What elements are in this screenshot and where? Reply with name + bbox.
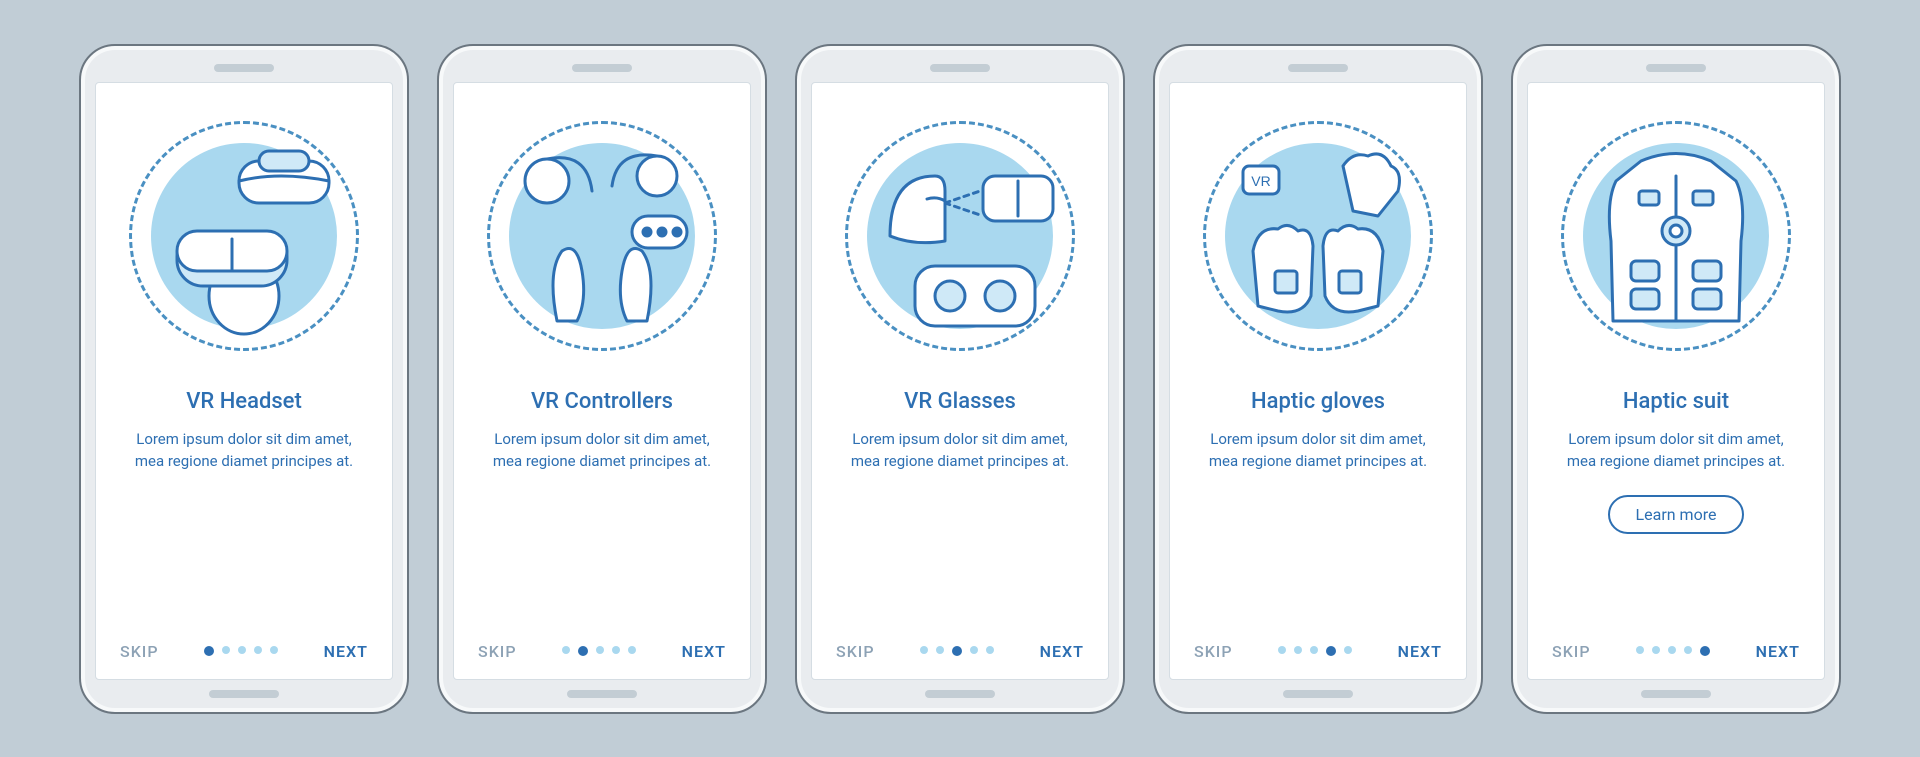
pagination-dots xyxy=(562,646,636,656)
screen-title: Haptic suit xyxy=(1623,389,1729,414)
phone-home-bar xyxy=(1641,690,1711,698)
dot[interactable] xyxy=(936,646,944,654)
onboarding-nav: SKIP NEXT xyxy=(1552,642,1800,661)
screen-title: VR Headset xyxy=(186,389,302,414)
dot[interactable] xyxy=(1652,646,1660,654)
dot[interactable] xyxy=(1294,646,1302,654)
onboarding-screen-4: VR Haptic gloves Lorem ipsum dolor sit d… xyxy=(1169,82,1467,680)
phone-frame: VR Controllers Lorem ipsum dolor sit dim… xyxy=(437,44,767,714)
vr-controllers-icon xyxy=(487,121,717,351)
skip-button[interactable]: SKIP xyxy=(120,642,159,661)
onboarding-screen-5: Haptic suit Lorem ipsum dolor sit dim am… xyxy=(1527,82,1825,680)
phone-home-bar xyxy=(209,690,279,698)
dot[interactable] xyxy=(204,646,214,656)
dot[interactable] xyxy=(952,646,962,656)
onboarding-nav: SKIP NEXT xyxy=(478,642,726,661)
svg-text:VR: VR xyxy=(1251,173,1270,189)
dot[interactable] xyxy=(628,646,636,654)
skip-button[interactable]: SKIP xyxy=(836,642,875,661)
dot[interactable] xyxy=(1668,646,1676,654)
screen-title: VR Controllers xyxy=(531,389,673,414)
pagination-dots xyxy=(204,646,278,656)
onboarding-nav: SKIP NEXT xyxy=(120,642,368,661)
dot[interactable] xyxy=(612,646,620,654)
phone-frame: VR Glasses Lorem ipsum dolor sit dim ame… xyxy=(795,44,1125,714)
phone-frame: VR Headset Lorem ipsum dolor sit dim ame… xyxy=(79,44,409,714)
haptic-gloves-icon: VR xyxy=(1203,121,1433,351)
learn-more-button[interactable]: Learn more xyxy=(1608,495,1745,534)
haptic-suit-icon xyxy=(1561,121,1791,351)
illustration-wrap xyxy=(487,121,717,351)
illustration-wrap xyxy=(845,121,1075,351)
dot[interactable] xyxy=(596,646,604,654)
screen-description: Lorem ipsum dolor sit dim amet, mea regi… xyxy=(836,428,1084,473)
screen-description: Lorem ipsum dolor sit dim amet, mea regi… xyxy=(120,428,368,473)
onboarding-screen-2: VR Controllers Lorem ipsum dolor sit dim… xyxy=(453,82,751,680)
dot[interactable] xyxy=(1326,646,1336,656)
skip-button[interactable]: SKIP xyxy=(1552,642,1591,661)
dot[interactable] xyxy=(1278,646,1286,654)
dot[interactable] xyxy=(1700,646,1710,656)
phone-speaker xyxy=(1288,64,1348,72)
dot[interactable] xyxy=(238,646,246,654)
phone-speaker xyxy=(930,64,990,72)
phone-home-bar xyxy=(925,690,995,698)
skip-button[interactable]: SKIP xyxy=(478,642,517,661)
phone-frame: VR Haptic gloves Lorem ipsum dolor sit d… xyxy=(1153,44,1483,714)
dot[interactable] xyxy=(970,646,978,654)
phone-home-bar xyxy=(567,690,637,698)
screen-title: VR Glasses xyxy=(904,389,1016,414)
phone-frame: Haptic suit Lorem ipsum dolor sit dim am… xyxy=(1511,44,1841,714)
vr-headset-icon xyxy=(129,121,359,351)
next-button[interactable]: NEXT xyxy=(1398,642,1442,661)
skip-button[interactable]: SKIP xyxy=(1194,642,1233,661)
pagination-dots xyxy=(1636,646,1710,656)
dot[interactable] xyxy=(986,646,994,654)
illustration-wrap: VR xyxy=(1203,121,1433,351)
dot[interactable] xyxy=(1636,646,1644,654)
dot[interactable] xyxy=(562,646,570,654)
dot[interactable] xyxy=(1684,646,1692,654)
vr-glasses-icon xyxy=(845,121,1075,351)
dot[interactable] xyxy=(920,646,928,654)
next-button[interactable]: NEXT xyxy=(682,642,726,661)
next-button[interactable]: NEXT xyxy=(1756,642,1800,661)
dot[interactable] xyxy=(1310,646,1318,654)
screen-description: Lorem ipsum dolor sit dim amet, mea regi… xyxy=(1194,428,1442,473)
screen-description: Lorem ipsum dolor sit dim amet, mea regi… xyxy=(1552,428,1800,473)
phone-speaker xyxy=(214,64,274,72)
pagination-dots xyxy=(920,646,994,656)
dot[interactable] xyxy=(254,646,262,654)
dot[interactable] xyxy=(270,646,278,654)
onboarding-screen-1: VR Headset Lorem ipsum dolor sit dim ame… xyxy=(95,82,393,680)
dot[interactable] xyxy=(1344,646,1352,654)
onboarding-phones-row: VR Headset Lorem ipsum dolor sit dim ame… xyxy=(79,44,1841,714)
onboarding-screen-3: VR Glasses Lorem ipsum dolor sit dim ame… xyxy=(811,82,1109,680)
phone-speaker xyxy=(1646,64,1706,72)
next-button[interactable]: NEXT xyxy=(1040,642,1084,661)
illustration-wrap xyxy=(129,121,359,351)
screen-description: Lorem ipsum dolor sit dim amet, mea regi… xyxy=(478,428,726,473)
dot[interactable] xyxy=(578,646,588,656)
phone-home-bar xyxy=(1283,690,1353,698)
screen-title: Haptic gloves xyxy=(1251,389,1385,414)
illustration-wrap xyxy=(1561,121,1791,351)
next-button[interactable]: NEXT xyxy=(324,642,368,661)
onboarding-nav: SKIP NEXT xyxy=(1194,642,1442,661)
phone-speaker xyxy=(572,64,632,72)
dot[interactable] xyxy=(222,646,230,654)
pagination-dots xyxy=(1278,646,1352,656)
onboarding-nav: SKIP NEXT xyxy=(836,642,1084,661)
